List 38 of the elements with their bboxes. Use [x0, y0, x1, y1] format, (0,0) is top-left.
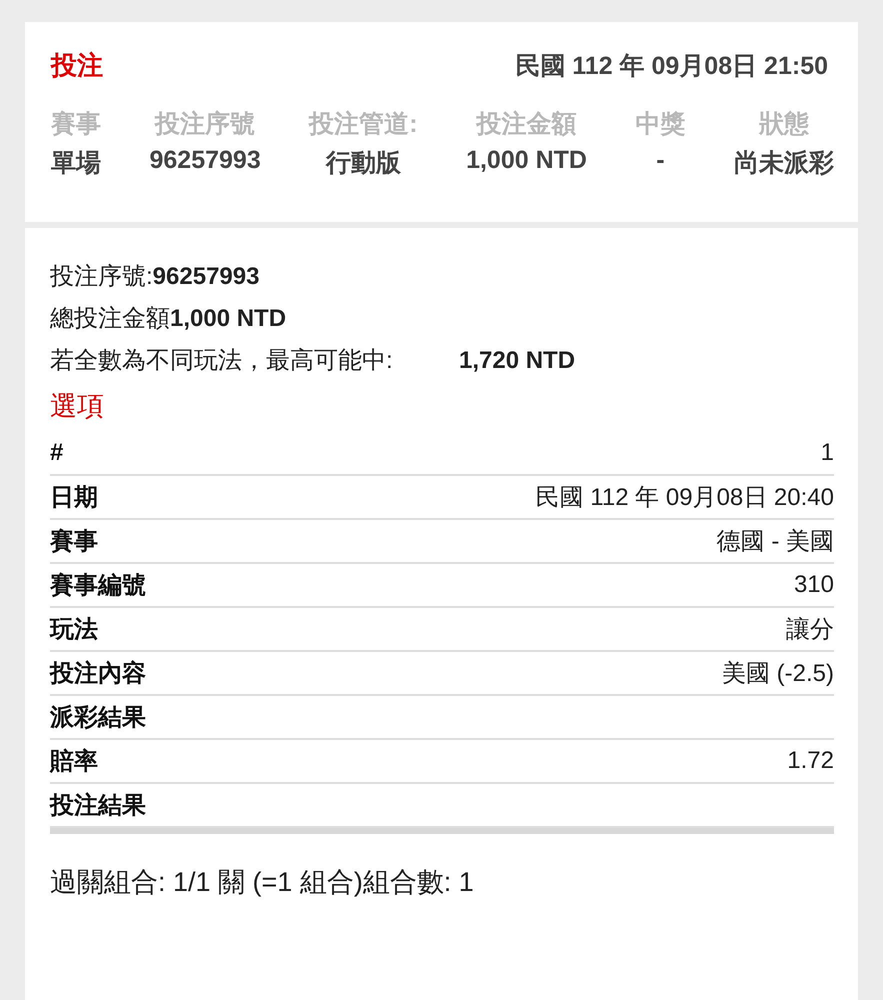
column-value: 96257993 — [150, 146, 261, 175]
row-label: 投注結果 — [50, 791, 146, 821]
column-value: 單場 — [51, 148, 101, 179]
info-label: 投注序號: — [50, 262, 153, 292]
bet-title: 投注 — [51, 49, 103, 82]
column-label: 投注序號 — [155, 109, 256, 140]
row-value: 310 — [794, 571, 834, 599]
column-value: 1,000 NTD — [466, 146, 587, 175]
column-label: 投注金額 — [476, 109, 576, 140]
info-value: 1,000 NTD — [170, 304, 286, 334]
row-value: 美國 (-2.5) — [722, 659, 834, 689]
row-label: 玩法 — [50, 615, 98, 645]
row-label: 日期 — [50, 483, 98, 513]
row-label: 投注內容 — [50, 659, 146, 689]
bet-datetime: 民國 112 年 09月08日 21:50 — [515, 51, 829, 82]
column-value: 行動版 — [326, 148, 401, 179]
column-label: 狀態 — [758, 109, 809, 140]
info-value: 1,720 NTD — [459, 346, 576, 376]
row-value: 1 — [820, 439, 834, 467]
column-label: 中獎 — [635, 109, 686, 140]
info-label: 若全數為不同玩法，最高可能中: — [50, 346, 394, 376]
row-value: 民國 112 年 09月08日 20:40 — [536, 483, 834, 513]
info-label: 總投注金額 — [50, 304, 170, 334]
row-value: 1.72 — [787, 747, 834, 775]
row-label: 賽事編號 — [50, 571, 146, 601]
row-value: 讓分 — [786, 615, 834, 645]
column-label: 賽事 — [51, 109, 101, 140]
column-value: - — [656, 146, 665, 175]
row-label: 賽事 — [50, 527, 98, 557]
info-value: 96257993 — [152, 262, 260, 292]
row-label: 賠率 — [50, 747, 98, 777]
row-value: 德國 - 美國 — [716, 527, 834, 557]
section-title: 選項 — [50, 390, 105, 423]
row-label: # — [50, 439, 64, 467]
row-label: 派彩結果 — [50, 703, 146, 733]
column-value: 尚未派彩 — [734, 148, 834, 179]
column-label: 投注管道: — [309, 109, 418, 140]
combination-text: 過關組合: 1/1 關 (=1 組合)組合數: 1 — [50, 866, 475, 899]
